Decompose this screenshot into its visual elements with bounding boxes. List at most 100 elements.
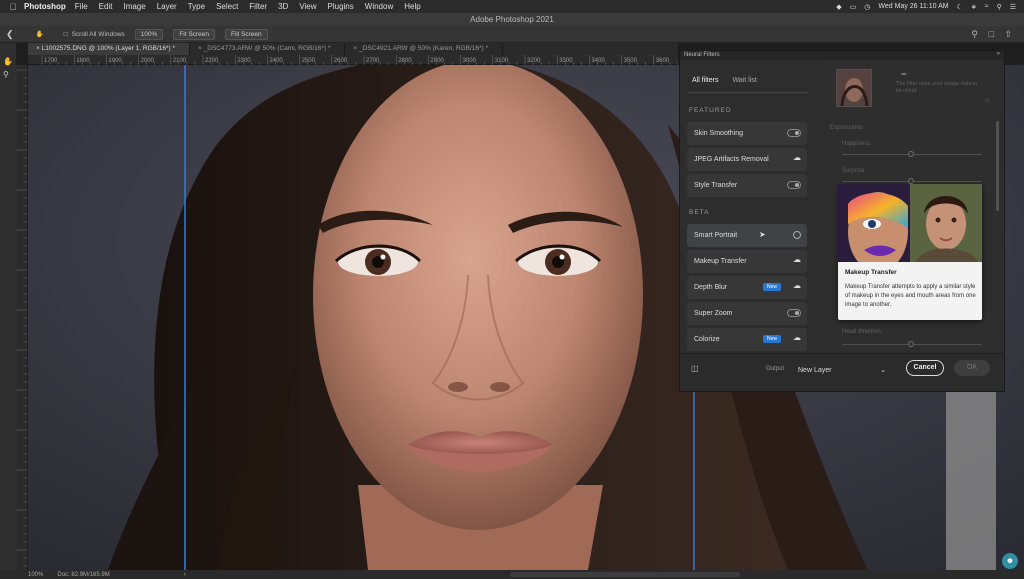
ruler-label: 3200	[527, 58, 541, 64]
filter-smart-portrait[interactable]: Smart Portrait ➤	[687, 224, 807, 247]
display-icon[interactable]: ▭	[850, 3, 857, 11]
filter-jpeg-artifacts-removal[interactable]: JPEG Artifacts Removal ☁	[687, 148, 807, 171]
settings-label: Expressions	[830, 125, 863, 131]
doc-size[interactable]: Doc: 82.9M/165.9M	[57, 572, 109, 578]
ruler-label: 2900	[430, 58, 444, 64]
ruler-label: 2400	[269, 58, 283, 64]
menu-help[interactable]: Help	[404, 2, 420, 11]
home-back-icon[interactable]: ❮	[6, 29, 14, 40]
toggle-icon[interactable]	[787, 129, 801, 137]
menubar-datetime[interactable]: Wed May 26 11:10 AM	[878, 3, 948, 10]
toggle-icon[interactable]	[787, 309, 801, 317]
tab-document-2[interactable]: × _DSC4773.ARW @ 50% (Cami, RGB/16*) *	[190, 43, 346, 55]
cloud-download-icon[interactable]: ☁	[793, 153, 801, 162]
tab-label: L1002575.DNG @ 100% (Layer 1, RGB/16*) *	[41, 45, 176, 52]
ruler-label: 2500	[302, 58, 316, 64]
search-icon[interactable]: ⚲	[971, 29, 978, 40]
beta-heading: BETA	[689, 209, 710, 216]
menu-window[interactable]: Window	[365, 2, 393, 11]
ruler-label: 3500	[624, 58, 638, 64]
filter-label: Skin Smoothing	[694, 130, 744, 137]
menu-file[interactable]: File	[75, 2, 88, 11]
ruler-top[interactable]: 1700 1800 1900 2000 2100 2200 2300 2400 2500 2600…	[28, 55, 678, 65]
tools-panel: ✋ ⚲	[0, 43, 16, 570]
control-center-icon[interactable]: ☰	[1010, 3, 1016, 11]
cloud-info-text: The filter uses your image data in its c…	[896, 81, 978, 94]
featured-heading: FEATURED	[689, 107, 732, 114]
cloud-download-icon[interactable]: ☁	[793, 333, 801, 342]
menu-image[interactable]: Image	[123, 2, 145, 11]
clock-icon[interactable]: ◷	[864, 3, 870, 11]
zoom-100-button[interactable]: 100%	[134, 28, 164, 40]
scroll-all-windows-checkbox[interactable]: □	[64, 31, 68, 38]
tab-all-filters[interactable]: All filters	[692, 77, 718, 84]
preview-toggle-icon[interactable]: ◫	[691, 364, 699, 373]
accessibility-icon[interactable]: ☻	[1002, 553, 1018, 569]
filter-style-transfer[interactable]: Style Transfer	[687, 174, 807, 197]
cancel-button[interactable]: Cancel	[906, 360, 944, 376]
ruler-label: 3000	[463, 58, 477, 64]
radio-icon[interactable]	[793, 231, 801, 239]
fill-screen-button[interactable]: Fill Screen	[224, 28, 268, 40]
apple-icon[interactable]: 	[6, 2, 20, 12]
fit-screen-button[interactable]: Fit Screen	[173, 28, 215, 40]
bluetooth-icon[interactable]: ∗	[971, 3, 977, 11]
cloud-download-icon[interactable]: ☁	[793, 255, 801, 264]
output-select[interactable]: New Layer ⌄	[796, 364, 890, 377]
toggle-icon[interactable]	[787, 181, 801, 189]
app-menu[interactable]: Photoshop	[24, 2, 66, 11]
menu-edit[interactable]: Edit	[99, 2, 113, 11]
tab-wait-list[interactable]: Wait list	[732, 77, 756, 84]
menu-view[interactable]: View	[299, 2, 316, 11]
filter-super-zoom[interactable]: Super Zoom	[687, 302, 807, 325]
ruler-label: 2300	[237, 58, 251, 64]
filter-label: Makeup Transfer	[694, 258, 747, 265]
status-arrow-icon[interactable]: ›	[184, 572, 186, 578]
mac-menu-bar:  Photoshop File Edit Image Layer Type S…	[0, 0, 1024, 13]
cloud-download-icon[interactable]: ☁	[793, 281, 801, 290]
menu-filter[interactable]: Filter	[249, 2, 267, 11]
wifi-icon[interactable]: ≈	[985, 3, 989, 10]
ruler-label: 3300	[559, 58, 573, 64]
hand-tool-icon[interactable]: ✋	[36, 30, 44, 38]
filter-colorize[interactable]: Colorize New ☁	[687, 328, 807, 351]
menu-plugins[interactable]: Plugins	[328, 2, 354, 11]
share-icon[interactable]: ⇧	[1004, 29, 1012, 40]
menu-select[interactable]: Select	[216, 2, 238, 11]
filter-skin-smoothing[interactable]: Skin Smoothing	[687, 122, 807, 145]
search-icon[interactable]: ⚲	[997, 3, 1002, 11]
dropbox-icon[interactable]: ◆	[836, 3, 841, 11]
filter-label: Depth Blur	[694, 284, 728, 291]
scroll-all-windows-label: Scroll All Windows	[71, 30, 125, 38]
ok-button[interactable]: OK	[954, 360, 990, 376]
output-label: Output	[766, 366, 785, 372]
status-bar: 100% Doc: 82.9M/165.9M ›	[0, 570, 1024, 579]
menu-3d[interactable]: 3D	[278, 2, 288, 11]
horizontal-scrollbar[interactable]	[510, 572, 740, 577]
workspace-icon[interactable]: □	[989, 29, 994, 39]
settings-scrollbar[interactable]	[996, 121, 999, 211]
ruler-top-graphic: 1700 1800 1900 2000 2100 2200 2300 2400 2500 2600…	[41, 55, 678, 65]
slider-knob[interactable]	[908, 151, 914, 157]
tab-document-1[interactable]: × L1002575.DNG @ 100% (Layer 1, RGB/16*)…	[28, 43, 191, 55]
menu-layer[interactable]: Layer	[157, 2, 177, 11]
panel-collapse-icon[interactable]: »	[997, 51, 1000, 57]
window-title: Adobe Photoshop 2021	[0, 13, 1024, 26]
tab-document-3[interactable]: × _DSC4921.ARW @ 50% (Karen, RGB/16*) *	[345, 43, 503, 55]
filter-label: Style Transfer	[694, 182, 738, 189]
filter-makeup-transfer[interactable]: Makeup Transfer ☁	[687, 250, 807, 273]
slider-knob[interactable]	[908, 341, 914, 347]
ruler-left[interactable]	[16, 65, 28, 570]
cursor-pointer-icon: ➤	[759, 230, 766, 239]
hand-tool-icon[interactable]: ✋	[3, 57, 16, 66]
menu-type[interactable]: Type	[188, 2, 205, 11]
filter-depth-blur[interactable]: Depth Blur New ☁	[687, 276, 807, 299]
star-icon[interactable]: ☆	[984, 97, 990, 105]
moon-icon[interactable]: ☾	[957, 3, 963, 11]
reference-thumbnail[interactable]	[836, 69, 872, 107]
tab-label: _DSC4921.ARW @ 50% (Karen, RGB/16*) *	[359, 45, 488, 52]
menu-extras: ◆ ▭ ◷ Wed May 26 11:10 AM ☾ ∗ ≈ ⚲ ☰	[836, 0, 1016, 13]
zoom-tool-icon[interactable]: ⚲	[3, 70, 16, 79]
settings-label: Happiness	[842, 141, 871, 147]
zoom-level[interactable]: 100%	[28, 572, 43, 578]
